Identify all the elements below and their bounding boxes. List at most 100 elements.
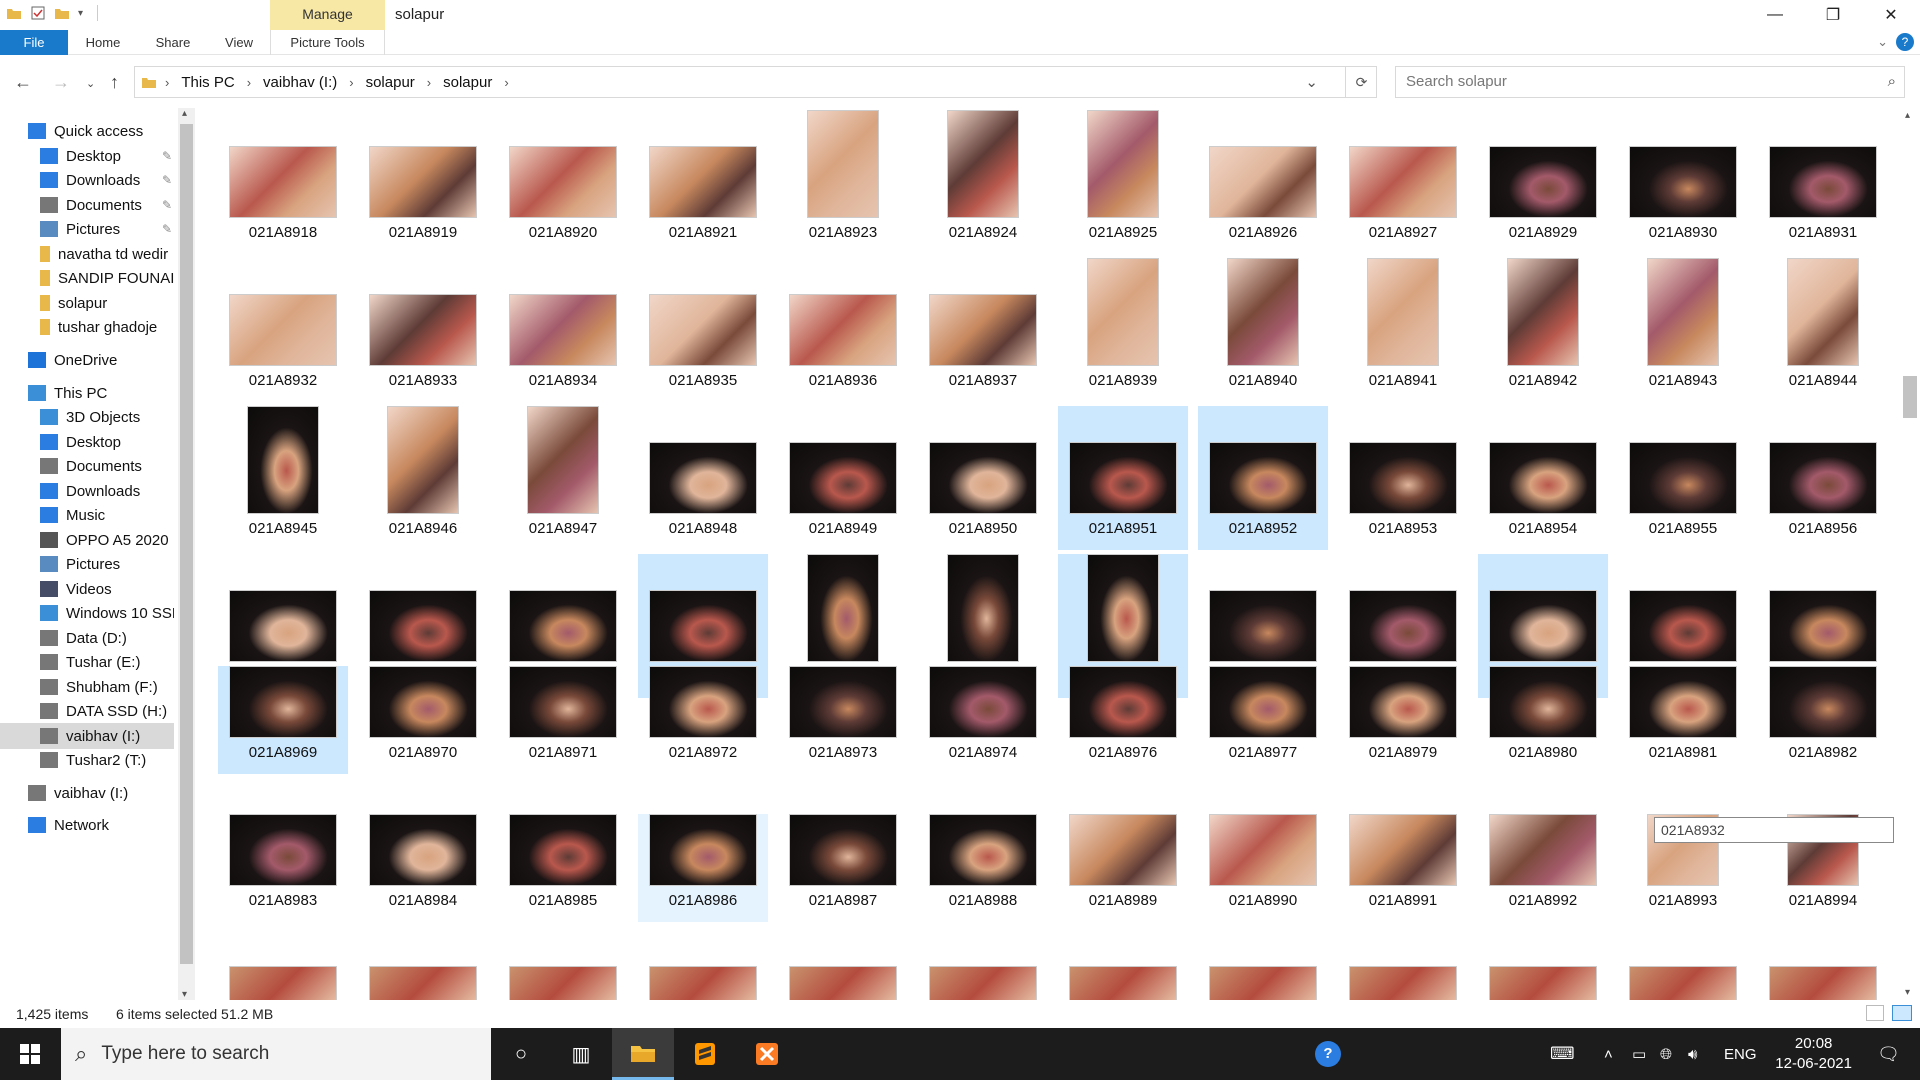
file-explorer-icon[interactable] xyxy=(612,1028,674,1080)
language-indicator[interactable]: ENG xyxy=(1724,1028,1757,1080)
file-item[interactable]: 021A8988 xyxy=(918,814,1048,922)
help-icon[interactable]: ? xyxy=(1896,33,1914,51)
file-item[interactable]: 021A8946 xyxy=(358,406,488,550)
windows-start-icon[interactable] xyxy=(0,1028,60,1080)
breadcrumb-solapur[interactable]: solapur xyxy=(366,74,415,91)
refresh-icon[interactable]: ⟳ xyxy=(1345,66,1377,98)
thumbnail-image[interactable] xyxy=(1769,966,1877,1000)
address-dropdown-icon[interactable]: ⌄ xyxy=(1305,73,1318,91)
tab-share[interactable]: Share xyxy=(145,30,201,55)
tab-file[interactable]: File xyxy=(0,30,68,55)
nav-item[interactable]: Desktop xyxy=(0,429,174,455)
thumbnail-image[interactable] xyxy=(649,966,757,1000)
breadcrumb-solapur-current[interactable]: solapur xyxy=(443,74,492,91)
file-item[interactable]: 021A8976 xyxy=(1058,666,1188,774)
thumbnail-image[interactable] xyxy=(789,966,897,1000)
maximize-button[interactable]: ❐ xyxy=(1804,0,1862,30)
tab-home[interactable]: Home xyxy=(72,30,134,55)
content-scrollbar-thumb[interactable] xyxy=(1903,376,1917,418)
thumbnail-image[interactable] xyxy=(509,966,617,1000)
nav-item[interactable]: OneDrive xyxy=(0,347,174,373)
nav-item[interactable]: Videos xyxy=(0,576,174,602)
nav-item[interactable]: Downloads ✎ xyxy=(0,167,174,193)
file-item[interactable]: 021A8956 xyxy=(1758,406,1888,550)
notifications-icon[interactable]: 🗨︎ xyxy=(1877,1028,1900,1080)
nav-item[interactable]: Quick access xyxy=(0,118,174,144)
breadcrumb-this-pc[interactable]: This PC xyxy=(181,74,234,91)
thumbnail-image[interactable] xyxy=(1629,966,1737,1000)
customize-toolbar-icon[interactable]: ▾ xyxy=(78,8,83,19)
file-item[interactable]: 021A8943 xyxy=(1618,258,1748,402)
nav-item[interactable]: Windows 10 SSD xyxy=(0,600,174,626)
content-scrollbar[interactable]: ▴ ▾ xyxy=(1899,108,1920,1000)
file-item[interactable]: 021A8984 xyxy=(358,814,488,922)
file-item[interactable]: 021A8951 xyxy=(1058,406,1188,550)
address-bar[interactable]: › This PC › vaibhav (I:) › solapur › sol… xyxy=(134,66,1377,98)
file-item[interactable]: 021A8969 xyxy=(218,666,348,774)
file-item[interactable]: 021A8948 xyxy=(638,406,768,550)
file-item[interactable]: 021A8979 xyxy=(1338,666,1468,774)
minimize-button[interactable]: — xyxy=(1746,0,1804,30)
thumbnail-image[interactable] xyxy=(1069,966,1177,1000)
up-icon[interactable]: ↑ xyxy=(110,72,119,93)
nav-item[interactable]: Shubham (F:) xyxy=(0,674,174,700)
file-item[interactable]: 021A8971 xyxy=(498,666,628,774)
file-item[interactable]: 021A8920 xyxy=(498,110,628,254)
properties-icon[interactable] xyxy=(30,5,46,21)
file-item[interactable]: 021A8924 xyxy=(918,110,1048,254)
network-icon[interactable]: 🌐︎ xyxy=(1660,1028,1672,1080)
file-item[interactable]: 021A8921 xyxy=(638,110,768,254)
file-item[interactable]: 021A8955 xyxy=(1618,406,1748,550)
scroll-up-icon[interactable]: ▴ xyxy=(1905,110,1910,121)
recent-locations-icon[interactable]: ⌄ xyxy=(86,77,95,90)
file-item[interactable]: 021A8982 xyxy=(1758,666,1888,774)
tab-picture-tools[interactable]: Picture Tools xyxy=(270,30,385,55)
tab-manage[interactable]: Manage xyxy=(270,0,385,30)
nav-item[interactable]: Tushar (E:) xyxy=(0,649,174,675)
file-item[interactable]: 021A8926 xyxy=(1198,110,1328,254)
file-item[interactable]: 021A8935 xyxy=(638,258,768,402)
file-item[interactable]: 021A8934 xyxy=(498,258,628,402)
file-item[interactable]: 021A8974 xyxy=(918,666,1048,774)
file-item[interactable]: 021A8932 xyxy=(218,258,348,402)
nav-item[interactable]: vaibhav (I:) xyxy=(0,723,174,749)
file-item[interactable]: 021A8986 xyxy=(638,814,768,922)
file-item[interactable]: 021A8923 xyxy=(778,110,908,254)
close-button[interactable]: ✕ xyxy=(1862,0,1920,30)
file-item[interactable]: 021A8973 xyxy=(778,666,908,774)
nav-item[interactable]: Pictures xyxy=(0,551,174,577)
file-item[interactable]: 021A8987 xyxy=(778,814,908,922)
file-item[interactable]: 021A8930 xyxy=(1618,110,1748,254)
nav-item[interactable]: tushar ghadoje xyxy=(0,314,174,340)
battery-icon[interactable]: ▭ xyxy=(1632,1028,1646,1080)
scroll-down-icon[interactable]: ▾ xyxy=(1905,987,1910,998)
nav-item[interactable]: Network xyxy=(0,812,174,838)
file-item[interactable]: 021A8985 xyxy=(498,814,628,922)
nav-item[interactable]: This PC xyxy=(0,380,174,406)
nav-item[interactable]: OPPO A5 2020 xyxy=(0,527,174,553)
file-item[interactable]: 021A8992 xyxy=(1478,814,1608,922)
expand-ribbon-icon[interactable]: ⌄ xyxy=(1877,34,1888,50)
nav-item[interactable]: navatha td wedir xyxy=(0,241,174,267)
nav-item[interactable]: Data (D:) xyxy=(0,625,174,651)
details-view-icon[interactable] xyxy=(1866,1005,1884,1021)
breadcrumb-drive[interactable]: vaibhav (I:) xyxy=(263,74,337,91)
nav-scrollbar-thumb[interactable] xyxy=(180,124,193,964)
file-item[interactable]: 021A8931 xyxy=(1758,110,1888,254)
file-item[interactable]: 021A8941 xyxy=(1338,258,1468,402)
nav-item[interactable]: Documents xyxy=(0,453,174,479)
new-folder-icon[interactable] xyxy=(54,5,70,21)
nav-item[interactable]: solapur xyxy=(0,290,174,316)
file-item[interactable]: 021A8991 xyxy=(1338,814,1468,922)
tab-view[interactable]: View xyxy=(211,30,267,55)
file-item[interactable]: 021A8980 xyxy=(1478,666,1608,774)
scroll-down-icon[interactable]: ▾ xyxy=(182,989,187,1000)
thumbnail-image[interactable] xyxy=(1209,966,1317,1000)
file-item[interactable]: 021A8947 xyxy=(498,406,628,550)
keyboard-icon[interactable]: ⌨ xyxy=(1550,1028,1575,1080)
folder-icon[interactable] xyxy=(6,5,22,21)
file-item[interactable]: 021A8933 xyxy=(358,258,488,402)
cortana-icon[interactable]: ○ xyxy=(490,1028,552,1080)
file-item[interactable]: 021A8954 xyxy=(1478,406,1608,550)
nav-item[interactable]: Documents ✎ xyxy=(0,192,174,218)
